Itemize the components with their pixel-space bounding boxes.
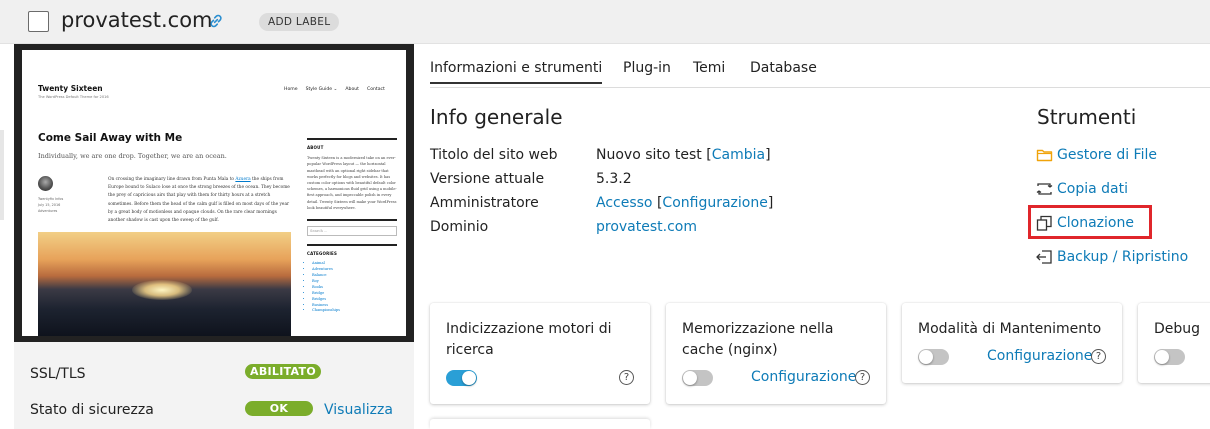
preview-author-avatar	[38, 176, 53, 191]
preview-nav-item: Contact	[366, 87, 385, 92]
info-label-domain: Dominio	[430, 219, 489, 235]
preview-tagline: The WordPress Default Theme for 2016	[38, 95, 109, 99]
preview-nav-item: About	[345, 87, 359, 92]
backup-restore-label: Backup / Ripristino	[1057, 249, 1189, 265]
security-label: Stato di sicurezza	[30, 402, 154, 418]
info-value-admin: Accesso [Configurazione]	[596, 195, 774, 211]
add-label-button[interactable]: ADD LABEL	[259, 13, 340, 31]
domain-link[interactable]: provatest.com	[596, 219, 697, 235]
preview-body-text: On crossing the imaginary line drawn fro…	[108, 177, 236, 182]
info-label-title: Titolo del sito web	[430, 147, 558, 163]
file-manager-tool[interactable]: Gestore di File	[1036, 144, 1157, 166]
ssl-label: SSL/TLS	[30, 366, 86, 382]
site-preview[interactable]: Twenty Sixteen The WordPress Default The…	[14, 44, 414, 342]
tab-temi[interactable]: Temi	[693, 60, 725, 76]
preview-body-link: Azuera	[235, 177, 251, 182]
search-indexing-toggle[interactable]	[446, 370, 477, 386]
help-icon[interactable]: ?	[1091, 349, 1106, 364]
left-edge-divider	[0, 130, 4, 220]
preview-about-text: Twenty Sixteen is a modernized take on a…	[307, 156, 397, 210]
info-label-admin: Amministratore	[430, 195, 539, 211]
preview-categories-list: Animal Adventures Balance Boy Books Brid…	[307, 261, 397, 314]
info-value-title: Nuovo sito test [Cambia]	[596, 147, 771, 163]
info-value-domain: provatest.com	[596, 219, 697, 235]
maintenance-config-link[interactable]: Configurazione	[987, 348, 1092, 364]
preview-categories-heading: CATEGORIES	[307, 251, 338, 257]
preview-featured-image	[38, 232, 291, 336]
toggle-knob	[683, 371, 697, 385]
card-title: Memorizzazione nella cache (nginx)	[682, 321, 834, 358]
preview-search-box: Search ...	[307, 226, 397, 237]
security-view-link[interactable]: Visualizza	[324, 402, 393, 418]
preview-post-meta: Twentyfix Infos July 15, 2016 Adventures	[38, 196, 63, 214]
select-checkbox[interactable]	[28, 11, 49, 32]
ssl-status-badge: ABILITATO	[245, 364, 321, 379]
info-heading: Info generale	[430, 105, 563, 129]
site-status-panel: SSL/TLS ABILITATO Stato di sicurezza OK …	[14, 342, 414, 429]
card-maintenance-mode: Modalità di Mantenimento Configurazione …	[902, 303, 1122, 383]
site-preview-screen: Twenty Sixteen The WordPress Default The…	[22, 50, 406, 336]
preview-rule	[307, 244, 397, 247]
copy-data-label: Copia dati	[1057, 181, 1128, 197]
security-status-badge: OK	[245, 401, 313, 416]
card-nginx-cache: Memorizzazione nella cache (nginx) Confi…	[666, 303, 886, 404]
toggle-knob	[462, 371, 476, 385]
site-name-value: Nuovo sito test	[596, 147, 702, 163]
folder-icon	[1036, 149, 1053, 162]
tab-database[interactable]: Database	[750, 60, 817, 76]
debug-toggle[interactable]	[1154, 349, 1185, 365]
clone-highlight-box	[1028, 205, 1152, 239]
preview-rule	[307, 219, 397, 222]
preview-post-title: Come Sail Away with Me	[38, 132, 183, 144]
info-value-version: 5.3.2	[596, 171, 632, 187]
tab-informazioni[interactable]: Informazioni e strumenti	[430, 60, 603, 84]
preview-nav: Home Style Guide ⌄ About Contact	[284, 87, 393, 92]
preview-sun	[132, 280, 192, 300]
preview-rule	[307, 138, 397, 140]
preview-sidebar: ABOUT Twenty Sixteen is a modernized tak…	[307, 138, 397, 314]
card-next-row	[430, 419, 650, 429]
card-debug: Debug	[1138, 303, 1210, 383]
tools-heading: Strumenti	[1037, 105, 1137, 129]
preview-meta-line: Adventures	[38, 209, 58, 213]
admin-login-link[interactable]: Accesso	[596, 195, 653, 211]
file-manager-label: Gestore di File	[1057, 147, 1157, 163]
link-icon[interactable]	[207, 12, 225, 30]
page-header: provatest.com ADD LABEL	[0, 0, 1210, 44]
nginx-cache-config-link[interactable]: Configurazione	[751, 369, 856, 385]
nginx-cache-toggle[interactable]	[682, 370, 713, 386]
copy-data-tool[interactable]: Copia dati	[1036, 178, 1128, 200]
backup-icon	[1036, 250, 1052, 264]
toggle-knob	[1155, 350, 1169, 364]
preview-about-heading: ABOUT	[307, 145, 324, 150]
preview-post-body: On crossing the imaginary line drawn fro…	[108, 176, 291, 225]
preview-body-text: the ships from Europe bound to Sulaco lo…	[108, 177, 290, 224]
toggle-knob	[919, 350, 933, 364]
tab-plugin[interactable]: Plug-in	[623, 60, 671, 76]
change-title-link[interactable]: Cambia	[712, 147, 765, 163]
preview-nav-item: Style Guide ⌄	[305, 87, 338, 92]
card-title: Indicizzazione motori di ricerca	[446, 321, 612, 358]
preview-post-subtitle: Individually, we are one drop. Together,…	[38, 152, 227, 160]
card-title: Modalità di Mantenimento	[918, 321, 1102, 337]
tab-divider	[430, 87, 1210, 88]
backup-restore-tool[interactable]: Backup / Ripristino	[1036, 246, 1188, 268]
copy-data-icon	[1036, 183, 1053, 195]
preview-nav-item: Home	[284, 87, 298, 92]
preview-category: Championships	[312, 308, 397, 314]
preview-site-title: Twenty Sixteen	[38, 84, 103, 93]
site-title: provatest.com	[61, 8, 213, 32]
maintenance-mode-toggle[interactable]	[918, 349, 949, 365]
card-search-indexing: Indicizzazione motori di ricerca ?	[430, 303, 650, 404]
card-title: Debug	[1154, 321, 1201, 337]
info-label-version: Versione attuale	[430, 171, 545, 187]
help-icon[interactable]: ?	[619, 370, 634, 385]
admin-config-link[interactable]: Configurazione	[662, 195, 767, 211]
help-icon[interactable]: ?	[855, 370, 870, 385]
